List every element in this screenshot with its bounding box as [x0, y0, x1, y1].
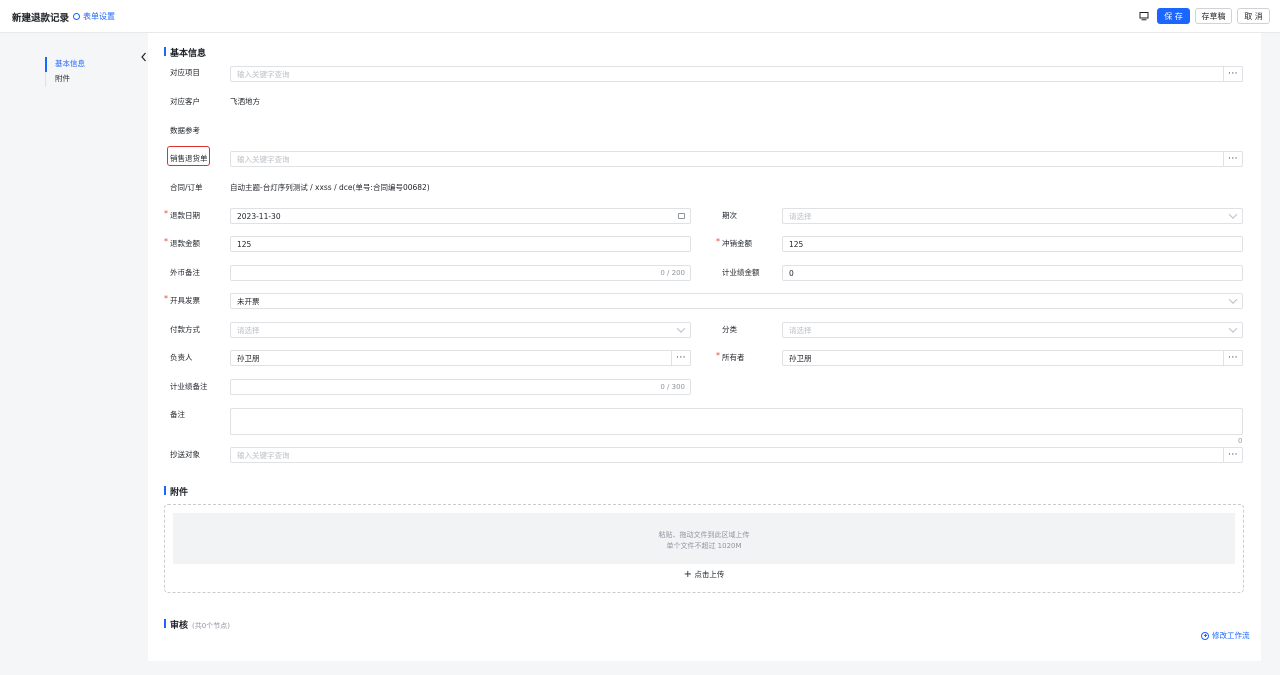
cancel-button[interactable]: 取 消: [1237, 8, 1270, 24]
side-nav: 基本信息 附件: [45, 57, 85, 87]
cc-label: 抄送对象: [170, 450, 200, 459]
remark-label: 备注: [170, 410, 185, 419]
section-review: 审核 (共0个节点): [164, 618, 230, 631]
sales-return-more-button[interactable]: ···: [1223, 151, 1243, 167]
invoice-label: 开具发票: [164, 294, 200, 306]
perf-note-label: 计业绩备注: [170, 382, 208, 391]
category-label: 分类: [722, 325, 737, 334]
period-placeholder: 请选择: [789, 211, 812, 221]
circle-plus-icon: [1201, 631, 1209, 640]
perf-amount-label: 计业绩金额: [722, 268, 760, 277]
refund-amount-input[interactable]: 125: [230, 236, 691, 252]
gear-icon: [73, 13, 80, 20]
owner-value: 孙卫朋: [237, 353, 260, 363]
refund-date-picker[interactable]: 2023-11-30: [230, 208, 691, 224]
click-upload-button[interactable]: + 点击上传: [165, 569, 1243, 580]
chevron-down-icon: [1228, 295, 1238, 304]
possessor-value: 孙卫朋: [789, 353, 812, 363]
offset-amount-input[interactable]: 125: [782, 236, 1243, 252]
chevron-down-icon: [676, 324, 686, 333]
category-placeholder: 请选择: [789, 325, 812, 335]
project-more-button[interactable]: ···: [1223, 66, 1243, 82]
contract-value: 自动主题-台灯序列测试 / xxss / dce(单号:合同编号00682): [230, 183, 430, 192]
invoice-select[interactable]: 未开票: [230, 293, 1243, 309]
possessor-input[interactable]: 孙卫朋 ···: [782, 350, 1243, 366]
pay-method-label: 付款方式: [170, 325, 200, 334]
project-label: 对应项目: [170, 68, 200, 77]
pay-method-select[interactable]: 请选择: [230, 322, 691, 338]
calendar-icon: [678, 213, 685, 219]
sales-return-input[interactable]: 输入关键字查询 ···: [230, 151, 1243, 167]
upload-hint-1: 粘贴、拖动文件到此区域上传: [658, 531, 750, 539]
refund-amount-label: 退款金额: [164, 237, 200, 249]
sales-return-placeholder: 输入关键字查询: [237, 154, 290, 164]
section-basic-info: 基本信息: [164, 46, 206, 59]
remark-textarea[interactable]: [230, 408, 1243, 435]
fx-note-label: 外币备注: [170, 268, 200, 277]
section-attachment: 附件: [164, 485, 188, 498]
plus-icon: +: [683, 569, 692, 580]
data-reference-label: 数据参考: [170, 126, 200, 135]
owner-label: 负责人: [170, 353, 193, 362]
owner-more-button[interactable]: ···: [671, 350, 691, 366]
nav-item-attachment[interactable]: 附件: [45, 72, 85, 87]
click-upload-label: 点击上传: [694, 570, 725, 579]
save-draft-button[interactable]: 存草稿: [1195, 8, 1232, 24]
perf-note-counter: 0 / 300: [660, 383, 685, 391]
contract-label: 合同/订单: [170, 183, 203, 192]
monitor-icon[interactable]: [1139, 11, 1149, 21]
upload-drop-area[interactable]: 粘贴、拖动文件到此区域上传 单个文件不超过 1020M: [173, 513, 1235, 564]
cc-input[interactable]: 输入关键字查询 ···: [230, 447, 1243, 463]
modify-workflow-link[interactable]: 修改工作流: [1201, 630, 1250, 641]
refund-date-label: 退款日期: [164, 209, 200, 221]
offset-amount-value: 125: [789, 239, 804, 249]
upload-hint-2: 单个文件不超过 1020M: [666, 542, 742, 550]
review-title: 审核: [170, 621, 189, 631]
review-node-count: (共0个节点): [192, 622, 230, 630]
upload-dropzone[interactable]: 粘贴、拖动文件到此区域上传 单个文件不超过 1020M + 点击上传: [164, 504, 1244, 593]
sales-return-label: 销售退货单: [170, 154, 208, 163]
chevron-down-icon: [1228, 324, 1238, 333]
modify-workflow-label: 修改工作流: [1212, 631, 1250, 640]
invoice-value: 未开票: [237, 296, 260, 306]
period-label: 期次: [722, 211, 737, 220]
period-select[interactable]: 请选择: [782, 208, 1243, 224]
fx-note-input[interactable]: 0 / 200: [230, 265, 691, 281]
project-placeholder: 输入关键字查询: [237, 69, 290, 79]
top-bar: 新建退款记录 表单设置 保 存 存草稿 取 消: [0, 0, 1280, 33]
perf-amount-input[interactable]: 0: [782, 265, 1243, 281]
form-settings-link[interactable]: 表单设置: [73, 11, 115, 22]
pay-method-placeholder: 请选择: [237, 325, 260, 335]
project-input[interactable]: 输入关键字查询 ···: [230, 66, 1243, 82]
refund-amount-value: 125: [237, 239, 252, 249]
customer-value: 飞洒地方: [230, 97, 260, 106]
chevron-down-icon: [1228, 210, 1238, 219]
nav-item-basic-info[interactable]: 基本信息: [45, 57, 85, 72]
save-button[interactable]: 保 存: [1157, 8, 1190, 24]
page-title: 新建退款记录: [12, 13, 70, 24]
possessor-label: 所有者: [716, 351, 744, 363]
form-settings-label: 表单设置: [83, 12, 115, 21]
perf-note-input[interactable]: 0 / 300: [230, 379, 691, 395]
fx-note-counter: 0 / 200: [660, 269, 685, 277]
possessor-more-button[interactable]: ···: [1223, 350, 1243, 366]
perf-amount-value: 0: [789, 268, 794, 278]
remark-counter: 0: [1238, 437, 1243, 445]
customer-label: 对应客户: [170, 97, 200, 106]
owner-input[interactable]: 孙卫朋 ···: [230, 350, 691, 366]
cc-placeholder: 输入关键字查询: [237, 450, 290, 460]
refund-date-value: 2023-11-30: [237, 211, 281, 221]
cc-more-button[interactable]: ···: [1223, 447, 1243, 463]
category-select[interactable]: 请选择: [782, 322, 1243, 338]
offset-amount-label: 冲销金额: [716, 237, 752, 249]
